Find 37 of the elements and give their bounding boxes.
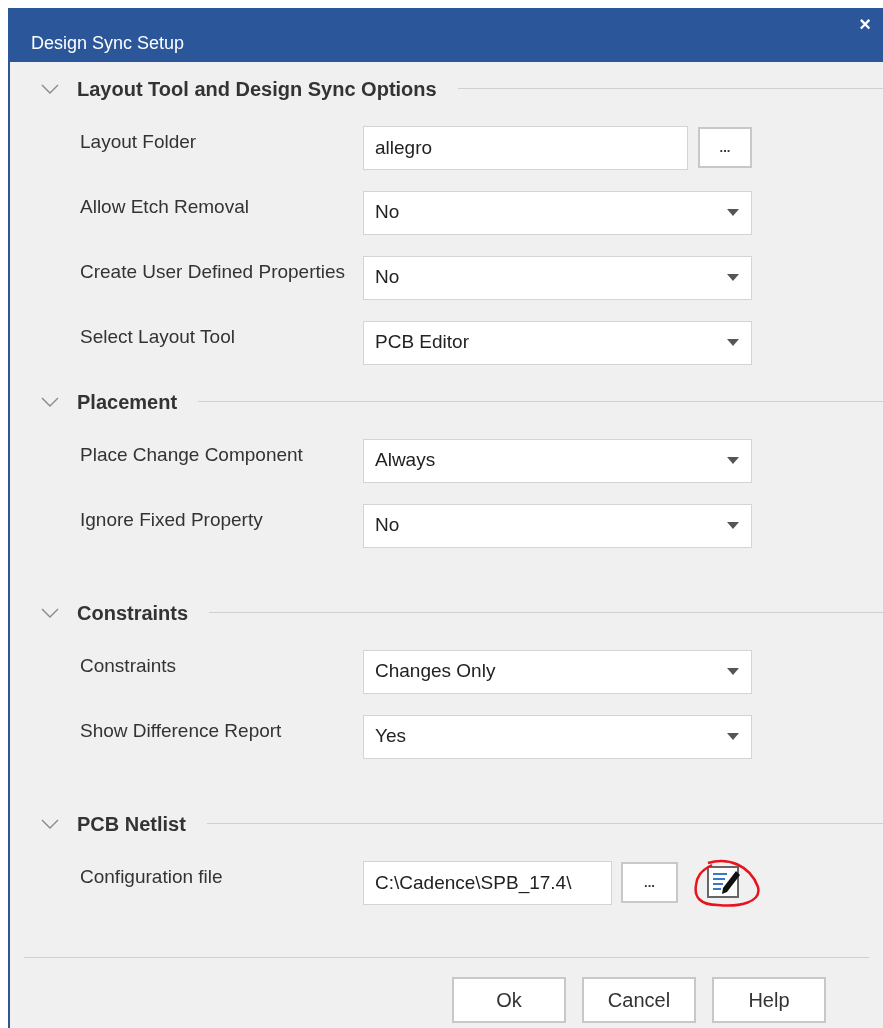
dialog-button[interactable]: Cancel [582, 977, 696, 1023]
field-label: Constraints [79, 654, 178, 679]
browse-button[interactable]: ... [621, 862, 678, 903]
section-title: Placement [77, 389, 178, 415]
text-field[interactable]: C:\Cadence\SPB_17.4\ [363, 860, 612, 905]
dropdown-arrow-icon [727, 339, 739, 346]
dropdown[interactable]: PCB Editor [363, 320, 752, 365]
dropdown-arrow-icon [727, 274, 739, 281]
field-label: Allow Etch Removal [79, 195, 250, 220]
dropdown-arrow-icon [727, 733, 739, 740]
field-label: Select Layout Tool [79, 325, 236, 350]
field-label: Show Difference Report [79, 719, 283, 744]
dropdown[interactable]: Always [363, 438, 752, 483]
edit-document-icon[interactable] [707, 865, 741, 900]
dropdown[interactable]: No [363, 503, 752, 548]
field-label: Create User Defined Properties [79, 260, 347, 285]
dropdown-arrow-icon [727, 668, 739, 675]
dropdown[interactable]: Changes Only [363, 649, 752, 694]
field-label: Layout Folder [79, 130, 198, 155]
dropdown-arrow-icon [727, 522, 739, 529]
dropdown[interactable]: Yes [363, 714, 752, 759]
dropdown[interactable]: No [363, 190, 752, 235]
dropdown-arrow-icon [727, 209, 739, 216]
dropdown[interactable]: No [363, 255, 752, 300]
field-label: Ignore Fixed Property [79, 508, 264, 533]
close-button[interactable]: × [859, 14, 871, 34]
field-label: Place Change Component [79, 443, 304, 468]
field-label: Configuration file [79, 865, 224, 890]
section-title: Layout Tool and Design Sync Options [77, 76, 437, 102]
dialog-button[interactable]: Ok [452, 977, 566, 1023]
dialog-button[interactable]: Help [712, 977, 826, 1023]
section-title: Constraints [77, 600, 189, 626]
section-title: PCB Netlist [77, 811, 186, 837]
text-field[interactable]: allegro [363, 125, 688, 170]
dropdown-arrow-icon [727, 457, 739, 464]
window-title: Design Sync Setup [31, 32, 185, 55]
browse-button[interactable]: ... [698, 127, 752, 168]
